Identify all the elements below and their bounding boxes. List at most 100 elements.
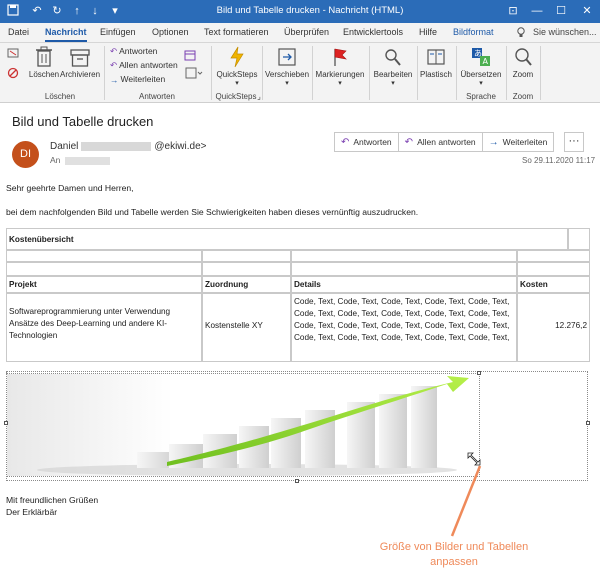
tab-entwicklertools[interactable]: Entwicklertools — [343, 27, 403, 37]
tell-me-search[interactable]: Sie wünschen... — [533, 27, 597, 37]
ribbon-separator — [104, 46, 105, 100]
tab-einfuegen[interactable]: Einfügen — [100, 27, 136, 37]
arrow-down-icon[interactable]: ↓ — [88, 4, 102, 18]
greeting: Sehr geehrte Damen und Herren, — [6, 183, 134, 193]
chevron-down-icon: ▾ — [285, 80, 289, 87]
tab-optionen[interactable]: Optionen — [152, 27, 189, 37]
reply-ribbon-button[interactable]: ↶ Antworten — [110, 46, 157, 57]
cell-details: Code, Text, Code, Text, Code, Text, Code… — [291, 293, 517, 362]
tab-hilfe[interactable]: Hilfe — [419, 27, 437, 37]
header-zuordnung: Zuordnung — [202, 276, 291, 293]
zoom-label: Zoom — [512, 70, 534, 79]
table-cell — [517, 262, 590, 276]
ribbon-display-icon[interactable]: ⊡ — [502, 2, 524, 20]
reply-all-icon: ↶ — [110, 60, 118, 71]
group-label-zoom: Zoom — [512, 92, 534, 101]
meeting-icon[interactable] — [183, 49, 197, 63]
restore-button[interactable]: ☐ — [550, 2, 572, 20]
table-cell — [6, 262, 202, 276]
intro-text: bei dem nachfolgenden Bild und Tabelle w… — [6, 207, 419, 217]
save-icon[interactable] — [6, 4, 20, 18]
immersive-label: Plastisch — [419, 70, 452, 79]
tags-button[interactable]: Markierungen ▾ — [313, 46, 367, 87]
quicksteps-button[interactable]: QuickSteps ▾ — [214, 46, 260, 87]
resize-handle[interactable] — [295, 479, 299, 483]
move-label: Verschieben — [264, 70, 310, 79]
header-kosten: Kosten — [517, 276, 590, 293]
reply-button[interactable]: ↶ Antworten — [335, 133, 399, 151]
chevron-down-icon: ▾ — [338, 80, 342, 87]
translate-label: Übersetzen — [460, 70, 502, 79]
table-cell — [291, 250, 517, 262]
sender-line[interactable]: Daniel @ekiwi.de> — [50, 141, 206, 152]
forward-icon: → — [488, 136, 499, 148]
more-respond-icon[interactable] — [183, 67, 205, 81]
tab-text-formatieren[interactable]: Text formatieren — [204, 27, 269, 37]
group-label-language: Sprache — [466, 92, 496, 101]
cell-projekt: Softwareprogrammierung unter Verwendung … — [6, 293, 202, 362]
group-label-respond: Antworten — [138, 92, 176, 101]
customize-icon[interactable]: ▾ — [108, 4, 122, 18]
group-label-delete: Löschen — [44, 92, 76, 101]
reply-all-ribbon-button[interactable]: ↶ Allen antworten — [110, 60, 178, 71]
junk-icon[interactable] — [6, 67, 20, 81]
resize-handle[interactable] — [477, 371, 481, 375]
table-cell — [6, 250, 202, 262]
move-button[interactable]: Verschieben ▾ — [264, 46, 310, 87]
svg-text:A: A — [483, 57, 489, 66]
undo-icon[interactable]: ↶ — [30, 4, 44, 18]
table-cell — [202, 262, 291, 276]
chevron-down-icon: ▾ — [391, 80, 395, 87]
ribbon-tabs: Datei Nachricht Einfügen Optionen Text f… — [0, 23, 600, 43]
sender-name: Daniel — [50, 141, 79, 152]
minimize-button[interactable]: — — [526, 2, 548, 20]
ribbon: Löschen Archivieren Löschen ↶ Antworten ↶… — [0, 43, 600, 103]
tab-nachricht[interactable]: Nachricht — [45, 27, 87, 42]
immersive-reader-button[interactable]: Plastisch — [418, 46, 454, 79]
header-projekt: Projekt — [6, 276, 202, 293]
more-actions-button[interactable]: ··· — [564, 132, 584, 152]
group-label-quicksteps: QuickSteps — [215, 92, 257, 101]
recipient-line: An — [50, 155, 111, 165]
tab-datei[interactable]: Datei — [8, 27, 29, 37]
window-title: Bild und Tabelle drucken - Nachricht (HT… — [216, 5, 404, 16]
ribbon-separator — [262, 46, 263, 100]
message-date: So 29.11.2020 11:17 — [522, 156, 596, 165]
edit-button[interactable]: Bearbeiten ▾ — [370, 46, 416, 87]
archive-button[interactable]: Archivieren — [60, 46, 100, 79]
translate-button[interactable]: あA Übersetzen ▾ — [458, 46, 504, 87]
table-cell — [202, 250, 291, 262]
avatar[interactable]: DI — [12, 141, 39, 168]
redacted-email — [81, 141, 152, 151]
ignore-icon[interactable] — [6, 47, 20, 61]
delete-label: Löschen — [28, 70, 60, 79]
message-subject: Bild und Tabelle drucken — [12, 114, 154, 129]
delete-button[interactable]: Löschen — [28, 46, 60, 79]
tab-bildformat[interactable]: Bildformat — [453, 27, 494, 37]
tab-ueberpruefen[interactable]: Überprüfen — [284, 27, 329, 37]
growth-chart-image[interactable] — [6, 373, 480, 477]
zoom-button[interactable]: Zoom — [508, 46, 538, 79]
archive-label: Archivieren — [60, 70, 101, 79]
sender-domain: @ekiwi.de> — [154, 141, 207, 152]
reply-all-icon: ↶ — [404, 136, 414, 148]
close-button[interactable]: ✕ — [576, 2, 598, 20]
closing-line-1: Mit freundlichen Grüßen — [6, 495, 99, 505]
table-cell — [568, 228, 590, 250]
quicksteps-label: QuickSteps — [216, 70, 258, 79]
ribbon-separator — [506, 46, 507, 100]
forward-button[interactable]: → Weiterleiten — [483, 133, 554, 151]
reply-icon: ↶ — [110, 46, 118, 57]
resize-handle[interactable] — [586, 421, 590, 425]
lightbulb-icon[interactable] — [516, 27, 526, 40]
arrow-up-icon[interactable]: ↑ — [70, 4, 84, 18]
to-label: An — [50, 155, 61, 165]
resize-handle[interactable] — [4, 421, 8, 425]
cell-kosten: 12.276,2 — [517, 293, 590, 362]
cost-table[interactable]: Kostenübersicht Projekt Zuordnung Detail… — [6, 228, 590, 362]
reply-all-button[interactable]: ↶ Allen antworten — [399, 133, 483, 151]
forward-ribbon-button[interactable]: → Weiterleiten — [110, 74, 165, 85]
ribbon-separator — [540, 46, 541, 100]
table-cell — [517, 250, 590, 262]
redo-icon[interactable]: ↻ — [50, 4, 64, 18]
